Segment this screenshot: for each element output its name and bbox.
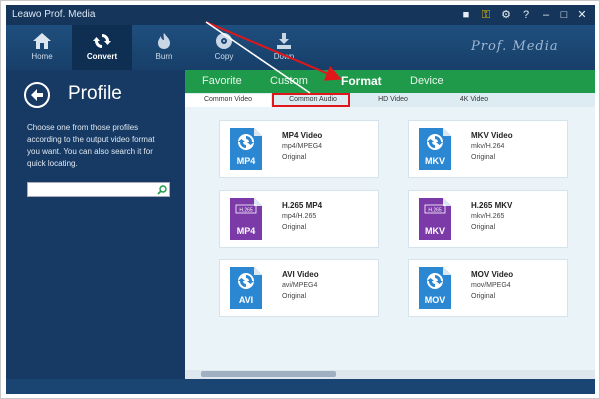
nav-burn[interactable]: Burn: [134, 25, 194, 70]
format-quality: Original: [471, 293, 496, 300]
download-icon: [277, 33, 291, 49]
main-nav: Home Convert Burn Copy Down Prof. Media: [6, 25, 595, 70]
help-icon[interactable]: ?: [519, 8, 533, 22]
file-format-icon: H.265 MP4: [230, 198, 262, 240]
file-format-icon: H.265 MKV: [419, 198, 451, 240]
status-bar: [6, 379, 595, 394]
profile-tabs: Favorite Custom Format Device: [185, 70, 595, 93]
format-badge: MKV: [425, 156, 445, 166]
format-badge: MP4: [237, 226, 256, 236]
brand-logo: Prof. Media: [471, 39, 559, 54]
format-card[interactable]: MP4 MP4 Video mp4/MPEG4 Original: [219, 120, 379, 178]
tab-favorite[interactable]: Favorite: [202, 75, 242, 87]
format-name: MP4 Video: [282, 131, 323, 140]
search-icon[interactable]: [157, 185, 167, 195]
minimize-icon[interactable]: –: [539, 8, 553, 22]
format-quality: Original: [471, 224, 496, 231]
chat-icon[interactable]: ■: [459, 8, 473, 22]
subtab-4k-video[interactable]: 4K Video: [433, 94, 515, 107]
format-card[interactable]: MOV MOV Video mov/MPEG4 Original: [408, 259, 568, 317]
format-badge: MKV: [425, 226, 445, 236]
nav-copy-label: Copy: [214, 52, 234, 61]
format-subtabs: Common Video Common Audio HD Video 4K Vi…: [185, 93, 595, 107]
profile-description: Choose one from those profiles according…: [27, 123, 155, 168]
highlight-box: [272, 93, 350, 107]
maximize-icon[interactable]: □: [557, 8, 571, 22]
file-format-icon: MP4: [230, 128, 262, 170]
scrollbar-thumb[interactable]: [201, 371, 336, 377]
format-codec: mov/MPEG4: [471, 282, 511, 289]
format-codec: mp4/MPEG4: [282, 143, 323, 150]
back-arrow-icon: [31, 89, 43, 101]
format-card[interactable]: AVI AVI Video avi/MPEG4 Original: [219, 259, 379, 317]
close-icon[interactable]: ✕: [575, 8, 589, 22]
format-badge: MP4: [237, 156, 256, 166]
hevc-label: H.265: [239, 208, 253, 214]
nav-convert-label: Convert: [86, 52, 118, 61]
home-icon: [33, 33, 51, 49]
title-bar: Leawo Prof. Media ■ ⚿ ⚙ ? – □ ✕: [6, 5, 595, 25]
format-name: MOV Video: [471, 270, 514, 279]
nav-download-label: Down: [273, 52, 295, 61]
format-card[interactable]: H.265 MP4 H.265 MP4 mp4/H.265 Original: [219, 190, 379, 248]
back-button[interactable]: [24, 82, 50, 108]
subtab-common-video[interactable]: Common Video: [185, 94, 271, 107]
copy-icon: [216, 33, 232, 49]
format-quality: Original: [282, 154, 307, 161]
format-card[interactable]: H.265 MKV H.265 MKV mkv/H.265 Original: [408, 190, 568, 248]
format-name: H.265 MKV: [471, 201, 513, 210]
tab-device[interactable]: Device: [410, 75, 444, 87]
format-name: MKV Video: [471, 131, 513, 140]
search-input[interactable]: [30, 184, 154, 195]
convert-icon: [93, 34, 111, 48]
nav-home[interactable]: Home: [12, 25, 72, 70]
hevc-label: H.265: [428, 208, 442, 214]
format-card[interactable]: MKV MKV Video mkv/H.264 Original: [408, 120, 568, 178]
format-quality: Original: [282, 293, 307, 300]
app-window: Leawo Prof. Media ■ ⚿ ⚙ ? – □ ✕ Home Con…: [6, 5, 595, 394]
format-codec: mkv/H.264: [471, 143, 505, 150]
screenshot-frame: Leawo Prof. Media ■ ⚿ ⚙ ? – □ ✕ Home Con…: [0, 0, 600, 399]
key-icon[interactable]: ⚿: [479, 8, 493, 22]
format-badge: AVI: [239, 295, 253, 305]
subtab-hd-video[interactable]: HD Video: [357, 94, 429, 107]
format-quality: Original: [282, 224, 307, 231]
nav-burn-label: Burn: [155, 52, 173, 61]
nav-convert[interactable]: Convert: [72, 25, 132, 70]
tab-format[interactable]: Format: [341, 74, 382, 88]
window-title: Leawo Prof. Media: [12, 9, 96, 20]
profile-title: Profile: [68, 83, 122, 104]
format-quality: Original: [471, 154, 496, 161]
file-format-icon: MKV: [419, 128, 451, 170]
format-codec: avi/MPEG4: [282, 282, 318, 289]
file-format-icon: AVI: [230, 267, 262, 309]
format-name: H.265 MP4: [282, 201, 323, 210]
profile-search: [27, 182, 170, 197]
file-format-icon: MOV: [419, 267, 451, 309]
tab-custom[interactable]: Custom: [270, 75, 308, 87]
nav-download[interactable]: Down: [254, 25, 314, 70]
nav-copy[interactable]: Copy: [194, 25, 254, 70]
profile-content: Favorite Custom Format Device Common Vid…: [185, 70, 595, 379]
profile-sidebar: Profile Choose one from those profiles a…: [6, 70, 185, 394]
burn-icon: [158, 33, 170, 49]
gear-icon[interactable]: ⚙: [499, 8, 513, 22]
horizontal-scrollbar[interactable]: [185, 370, 595, 379]
format-codec: mp4/H.265: [282, 213, 317, 220]
format-badge: MOV: [425, 295, 446, 305]
nav-home-label: Home: [31, 52, 53, 61]
format-name: AVI Video: [282, 270, 319, 279]
format-codec: mkv/H.265: [471, 213, 505, 220]
